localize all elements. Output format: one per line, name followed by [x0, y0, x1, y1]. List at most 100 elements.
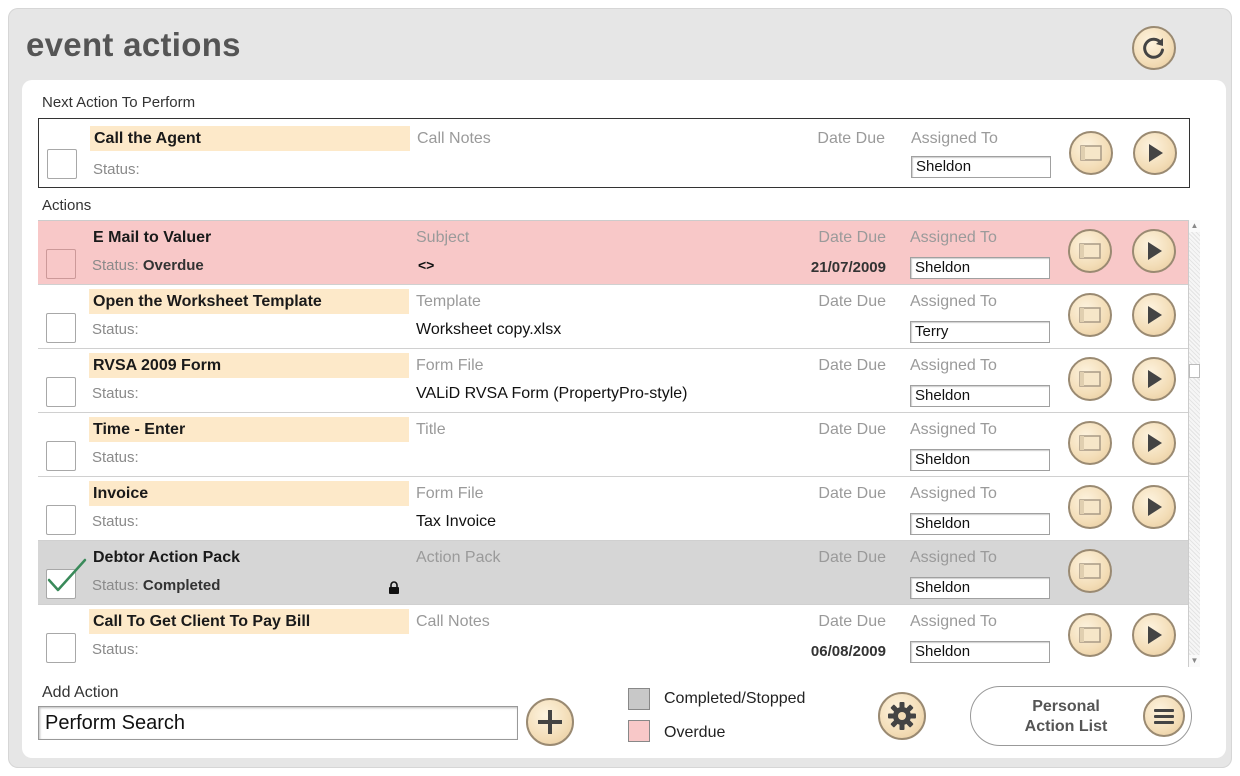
- legend-completed-label: Completed/Stopped: [664, 690, 806, 707]
- action-field-label: Template: [416, 293, 481, 310]
- action-status: Status:: [92, 513, 139, 530]
- play-icon: [1148, 626, 1162, 644]
- action-notes-button[interactable]: [1068, 613, 1112, 657]
- action-field-value: Tax Invoice: [416, 513, 497, 530]
- action-checkbox[interactable]: [46, 633, 76, 663]
- action-assigned-field[interactable]: Sheldon: [910, 257, 1050, 279]
- action-row-invoice: Invoice Status: Form File Tax Invoice Da…: [38, 477, 1188, 541]
- next-action-status: Status:: [93, 161, 140, 178]
- action-status: Status:: [92, 641, 139, 658]
- next-action-notes-button[interactable]: [1069, 131, 1113, 175]
- actions-section-label: Actions: [42, 197, 92, 214]
- action-checkbox[interactable]: [46, 505, 76, 535]
- menu-button[interactable]: [1143, 695, 1185, 737]
- action-name: RVSA 2009 Form: [89, 353, 409, 378]
- action-name: Debtor Action Pack: [93, 549, 240, 566]
- action-status: Status: Overdue: [92, 257, 204, 274]
- note-icon: [1079, 307, 1101, 323]
- lock-icon: [388, 581, 400, 600]
- action-notes-button[interactable]: [1068, 357, 1112, 401]
- action-assigned-field[interactable]: Sheldon: [910, 513, 1050, 535]
- action-checkbox[interactable]: [46, 313, 76, 343]
- note-icon: [1079, 371, 1101, 387]
- add-action-label: Add Action: [42, 684, 119, 701]
- actions-list: E Mail to Valuer Status: Overdue Subject…: [38, 220, 1188, 668]
- checkmark-icon: [47, 558, 87, 592]
- note-icon: [1079, 563, 1101, 579]
- action-checkbox[interactable]: [46, 558, 87, 599]
- next-action-section-label: Next Action To Perform: [42, 94, 196, 111]
- action-assigned-label: Assigned To: [910, 357, 997, 374]
- add-action-input[interactable]: Perform Search: [38, 706, 518, 740]
- next-action-perform-button[interactable]: [1133, 131, 1177, 175]
- action-date-label: Date Due: [818, 229, 886, 246]
- note-icon: [1080, 145, 1102, 161]
- next-action-assigned-field[interactable]: Sheldon: [911, 156, 1051, 178]
- play-icon: [1148, 434, 1162, 452]
- action-status: Status:: [92, 449, 139, 466]
- action-status: Status:: [92, 385, 139, 402]
- action-assigned-label: Assigned To: [910, 421, 997, 438]
- legend-completed-swatch: [628, 688, 650, 710]
- action-name: Call To Get Client To Pay Bill: [89, 609, 409, 634]
- action-assigned-field[interactable]: Terry: [910, 321, 1050, 343]
- action-assigned-field[interactable]: Sheldon: [910, 641, 1050, 663]
- action-notes-button[interactable]: [1068, 549, 1112, 593]
- refresh-button[interactable]: [1132, 26, 1176, 70]
- action-row-open-worksheet-template: Open the Worksheet Template Status: Temp…: [38, 285, 1188, 349]
- menu-icon: [1154, 709, 1174, 724]
- next-action-assigned-label: Assigned To: [911, 130, 998, 147]
- refresh-icon: [1143, 37, 1164, 59]
- action-assigned-field[interactable]: Sheldon: [910, 385, 1050, 407]
- action-name: Invoice: [89, 481, 409, 506]
- action-checkbox[interactable]: [46, 249, 76, 279]
- action-checkbox[interactable]: [46, 441, 76, 471]
- action-row-time-enter: Time - Enter Status: Title Date Due Assi…: [38, 413, 1188, 477]
- action-row-call-client-pay-bill: Call To Get Client To Pay Bill Status: C…: [38, 605, 1188, 668]
- gear-icon: [888, 702, 916, 730]
- action-assigned-label: Assigned To: [910, 293, 997, 310]
- action-notes-button[interactable]: [1068, 229, 1112, 273]
- scroll-up-arrow-icon[interactable]: ▲: [1189, 220, 1200, 232]
- action-date-label: Date Due: [818, 293, 886, 310]
- action-perform-button[interactable]: [1132, 613, 1176, 657]
- action-checkbox[interactable]: [46, 377, 76, 407]
- action-notes-button[interactable]: [1068, 485, 1112, 529]
- actions-scrollbar[interactable]: ▲ ▼: [1188, 220, 1200, 667]
- action-perform-button[interactable]: [1132, 485, 1176, 529]
- scroll-down-arrow-icon[interactable]: ▼: [1189, 655, 1200, 667]
- action-field-value: <>: [418, 257, 435, 273]
- next-action-checkbox[interactable]: [47, 149, 77, 179]
- action-perform-button[interactable]: [1132, 421, 1176, 465]
- action-row-debtor-action-pack: Debtor Action Pack Status: Completed Act…: [38, 541, 1188, 605]
- action-perform-button[interactable]: [1132, 293, 1176, 337]
- action-perform-button[interactable]: [1132, 229, 1176, 273]
- action-row-rvsa-2009-form: RVSA 2009 Form Status: Form File VALiD R…: [38, 349, 1188, 413]
- action-name: Time - Enter: [89, 417, 409, 442]
- action-row-email-to-valuer: E Mail to Valuer Status: Overdue Subject…: [38, 221, 1188, 285]
- action-date-label: Date Due: [818, 485, 886, 502]
- personal-action-list-button[interactable]: Personal Action List: [970, 686, 1192, 746]
- plus-icon: [538, 710, 562, 734]
- action-date-value: 21/07/2009: [810, 259, 886, 276]
- scroll-thumb[interactable]: [1189, 364, 1200, 378]
- action-date-label: Date Due: [818, 549, 886, 566]
- action-field-label: Form File: [416, 357, 484, 374]
- settings-button[interactable]: [878, 692, 926, 740]
- action-assigned-field[interactable]: Sheldon: [910, 577, 1050, 599]
- page-title: event actions: [26, 26, 241, 63]
- action-status: Status:: [92, 321, 139, 338]
- play-icon: [1148, 498, 1162, 516]
- action-assigned-label: Assigned To: [910, 549, 997, 566]
- action-date-value: 06/08/2009: [810, 643, 886, 660]
- action-date-label: Date Due: [818, 613, 886, 630]
- action-perform-button[interactable]: [1132, 357, 1176, 401]
- action-notes-button[interactable]: [1068, 293, 1112, 337]
- action-name: Open the Worksheet Template: [89, 289, 409, 314]
- action-field-label: Form File: [416, 485, 484, 502]
- action-notes-button[interactable]: [1068, 421, 1112, 465]
- add-action-button[interactable]: [526, 698, 574, 746]
- action-status: Status: Completed: [92, 577, 221, 594]
- note-icon: [1079, 499, 1101, 515]
- action-assigned-field[interactable]: Sheldon: [910, 449, 1050, 471]
